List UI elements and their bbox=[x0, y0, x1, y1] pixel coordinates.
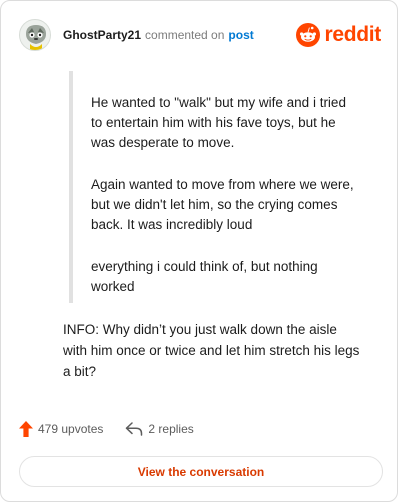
upvotes-stat[interactable]: 479 upvotes bbox=[19, 421, 103, 437]
view-conversation-button[interactable]: View the conversation bbox=[19, 456, 383, 487]
quoted-block: He wanted to "walk" but my wife and i tr… bbox=[69, 71, 354, 303]
comment-meta: GhostParty21 commented on post bbox=[63, 28, 254, 42]
post-link[interactable]: post bbox=[228, 28, 253, 42]
quoted-paragraph-1: He wanted to "walk" but my wife and i tr… bbox=[91, 95, 346, 150]
replies-stat[interactable]: 2 replies bbox=[125, 422, 194, 436]
reddit-logo-icon bbox=[296, 23, 321, 47]
comment-card: GhostParty21 commented on post reddit He… bbox=[0, 0, 398, 502]
reddit-brand[interactable]: reddit bbox=[296, 23, 381, 47]
avatar-icon[interactable] bbox=[19, 19, 51, 51]
reddit-wordmark: reddit bbox=[324, 23, 381, 46]
username-link[interactable]: GhostParty21 bbox=[63, 28, 141, 42]
reply-arrow-icon bbox=[126, 422, 143, 436]
replies-count: 2 replies bbox=[148, 422, 194, 436]
comment-body: INFO: Why didn’t you just walk down the … bbox=[63, 322, 360, 379]
comment-stats: 479 upvotes 2 replies bbox=[19, 421, 194, 437]
quoted-paragraph-2: Again wanted to move from where we were,… bbox=[91, 177, 354, 232]
comment-header: GhostParty21 commented on post reddit bbox=[19, 17, 381, 53]
upvote-arrow-icon bbox=[19, 421, 33, 437]
upvotes-count: 479 upvotes bbox=[38, 422, 104, 436]
action-text: commented on bbox=[145, 28, 225, 42]
quoted-paragraph-3: everything i could think of, but nothing… bbox=[91, 259, 318, 294]
